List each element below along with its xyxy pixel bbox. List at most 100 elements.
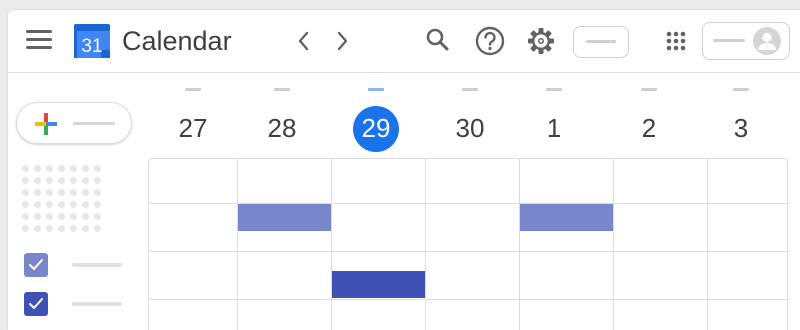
mini-calendar-day[interactable] (46, 201, 53, 208)
next-week-button[interactable] (330, 28, 354, 54)
apps-button[interactable] (660, 25, 692, 57)
mini-calendar-day[interactable] (58, 177, 65, 184)
mini-calendar-day[interactable] (22, 177, 29, 184)
mini-calendar-day[interactable] (58, 225, 65, 232)
mini-calendar-day[interactable] (34, 189, 41, 196)
day-header-today: 29 (351, 88, 401, 158)
day-header: 1 (529, 88, 579, 158)
view-switcher-button[interactable] (573, 26, 629, 58)
menu-icon-bar (26, 46, 52, 49)
settings-button[interactable] (525, 25, 557, 57)
day-header: 3 (716, 88, 766, 158)
weekday-placeholder (641, 88, 657, 91)
search-icon (426, 28, 449, 51)
weekday-placeholder (368, 88, 384, 91)
mini-calendar-day[interactable] (70, 225, 77, 232)
event-block[interactable] (332, 271, 425, 298)
mini-calendar-day[interactable] (22, 225, 29, 232)
mini-calendar-day[interactable] (34, 213, 41, 220)
check-icon (29, 259, 43, 270)
mini-calendar-day[interactable] (22, 165, 29, 172)
day-divider (237, 159, 238, 330)
day-header: 30 (445, 88, 495, 158)
day-number[interactable]: 29 (351, 108, 401, 148)
mini-calendar-day[interactable] (46, 189, 53, 196)
mini-calendar-day[interactable] (70, 201, 77, 208)
apps-grid-icon (666, 31, 686, 51)
mini-calendar-day[interactable] (46, 225, 53, 232)
mini-calendar (22, 165, 106, 239)
mini-calendar-day[interactable] (34, 177, 41, 184)
mini-calendar-day[interactable] (94, 201, 101, 208)
event-block[interactable] (520, 204, 613, 231)
calendar-checkbox[interactable] (24, 292, 48, 316)
mini-calendar-day[interactable] (58, 189, 65, 196)
avatar-icon (753, 27, 781, 55)
mini-calendar-day[interactable] (34, 225, 41, 232)
weekday-placeholder (185, 88, 201, 91)
top-bar: 31 Calendar (8, 10, 800, 73)
day-number[interactable]: 28 (257, 108, 307, 148)
logo-day-number: 31 (81, 36, 102, 57)
mini-calendar-day[interactable] (70, 177, 77, 184)
calendar-checkbox[interactable] (24, 253, 48, 277)
calendar-logo-icon[interactable]: 31 (74, 24, 110, 58)
search-button[interactable] (422, 25, 454, 57)
calendar-name-placeholder (72, 263, 122, 267)
mini-calendar-day[interactable] (22, 189, 29, 196)
weekday-placeholder (733, 88, 749, 91)
mini-calendar-day[interactable] (94, 189, 101, 196)
mini-calendar-day[interactable] (82, 177, 89, 184)
mini-calendar-day[interactable] (82, 201, 89, 208)
mini-calendar-day[interactable] (94, 225, 101, 232)
main-menu-button[interactable] (26, 30, 52, 50)
weekday-placeholder (462, 88, 478, 91)
mini-calendar-day[interactable] (34, 201, 41, 208)
day-divider (707, 159, 708, 330)
check-icon (29, 298, 43, 309)
hour-divider (149, 299, 789, 300)
mini-calendar-day[interactable] (46, 165, 53, 172)
chevron-left-icon (298, 31, 309, 51)
previous-week-button[interactable] (292, 28, 316, 54)
mini-calendar-day[interactable] (46, 177, 53, 184)
day-divider (519, 159, 520, 330)
mini-calendar-day[interactable] (82, 225, 89, 232)
day-number[interactable]: 27 (168, 108, 218, 148)
mini-calendar-day[interactable] (58, 213, 65, 220)
mini-calendar-day[interactable] (94, 177, 101, 184)
day-number[interactable]: 2 (624, 108, 674, 148)
mini-calendar-day[interactable] (58, 201, 65, 208)
mini-calendar-day[interactable] (94, 165, 101, 172)
mini-calendar-day[interactable] (82, 189, 89, 196)
create-button[interactable] (16, 102, 132, 144)
week-grid[interactable] (148, 158, 789, 330)
event-block[interactable] (238, 204, 331, 231)
day-header: 27 (168, 88, 218, 158)
day-number[interactable]: 30 (445, 108, 495, 148)
menu-icon-bar (26, 38, 52, 41)
mini-calendar-day[interactable] (82, 213, 89, 220)
mini-calendar-day[interactable] (22, 213, 29, 220)
create-label-placeholder (73, 122, 115, 125)
weekday-placeholder (546, 88, 562, 91)
view-label-placeholder (586, 40, 616, 43)
mini-calendar-day[interactable] (58, 165, 65, 172)
help-button[interactable] (474, 25, 506, 57)
mini-calendar-day[interactable] (46, 213, 53, 220)
mini-calendar-day[interactable] (70, 189, 77, 196)
day-divider (425, 159, 426, 330)
calendar-name-placeholder (72, 302, 122, 306)
day-number[interactable]: 1 (529, 108, 579, 148)
mini-calendar-day[interactable] (70, 165, 77, 172)
day-number[interactable]: 3 (716, 108, 766, 148)
mini-calendar-day[interactable] (22, 201, 29, 208)
mini-calendar-day[interactable] (70, 213, 77, 220)
mini-calendar-day[interactable] (34, 165, 41, 172)
mini-calendar-day[interactable] (94, 213, 101, 220)
mini-calendar-day[interactable] (82, 165, 89, 172)
app-title: Calendar (122, 26, 232, 56)
weekday-placeholder (274, 88, 290, 91)
account-button[interactable] (702, 22, 790, 60)
calendar-window: 31 Calendar 27 28 29 30 1 2 3 (8, 10, 800, 330)
